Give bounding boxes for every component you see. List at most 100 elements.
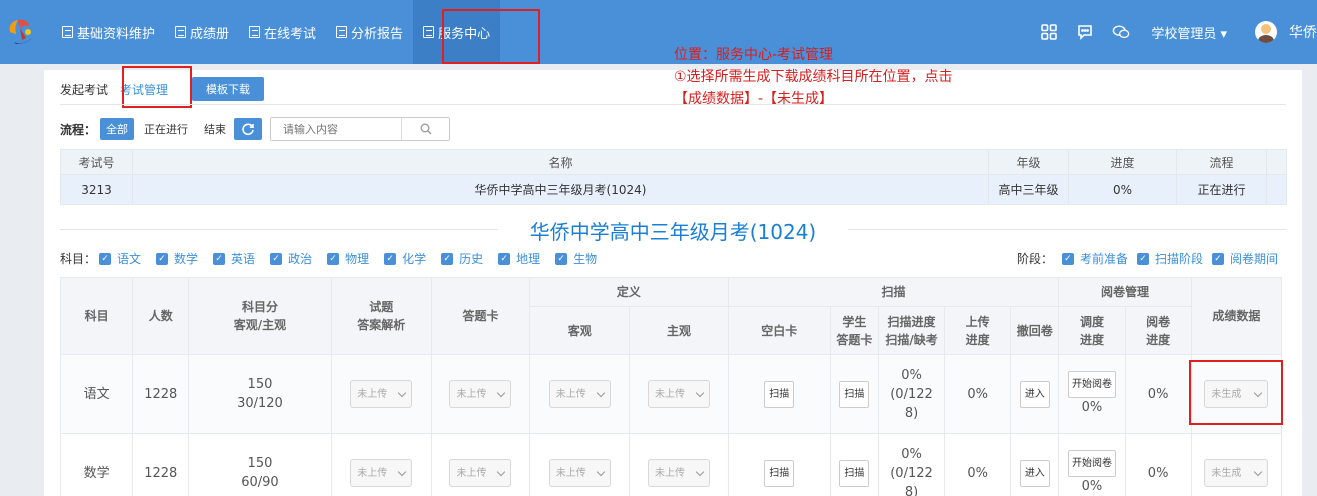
score-cell: 150 30/120 [188,354,332,434]
grade-data-select[interactable]: 未生成 [1204,459,1269,487]
answer-card-select[interactable]: 未上传 [449,459,512,487]
subject-checkbox[interactable]: ✓ 政治 [267,250,312,267]
col-header: 主观 [629,306,729,355]
student-scan-button[interactable]: 扫描 [839,380,870,408]
refresh-button[interactable] [234,118,263,140]
subject-name: 语文 [59,354,134,434]
exam-answer-select[interactable]: 未上传 [350,459,413,487]
stage-checkbox[interactable]: ✓ 考前准备 [1059,250,1128,267]
enter-button[interactable]: 进入 [1019,380,1050,408]
score-split: 60/90 [241,475,279,490]
cell: 扫描 [727,433,831,496]
tab-launch-exam[interactable]: 发起考试 [60,81,108,98]
nav-online-exam[interactable]: 在线考试 [239,0,326,64]
objective-select[interactable]: 未上传 [548,459,611,487]
blank-scan-button[interactable]: 扫描 [764,459,795,487]
subjective-select[interactable]: 未上传 [647,380,710,408]
header-line: 进度 [965,332,990,347]
header-line: 答案解析 [357,318,406,332]
doc-icon [175,26,187,38]
col-header: 年级 [988,149,1069,175]
chevron-down-icon [398,467,407,476]
grid-icon[interactable] [1040,23,1058,41]
logo-icon[interactable] [4,14,38,50]
subject-checkbox[interactable]: ✓ 数学 [153,250,198,267]
search-button[interactable] [401,118,449,140]
nav-service-center[interactable]: 服务中心 [413,0,501,64]
col-header: 考试号 [60,149,133,175]
nav-gradebook[interactable]: 成绩册 [165,0,239,64]
enter-button[interactable]: 进入 [1019,459,1050,487]
subject-checkbox[interactable]: ✓ 英语 [210,250,255,267]
header-line: 扫描进度 [887,314,936,329]
subject-checkbox[interactable]: ✓ 地理 [495,250,540,267]
subjective-select[interactable]: 未上传 [647,459,710,487]
checkbox-icon: ✓ [1136,252,1149,265]
subject-checkbox[interactable]: ✓ 历史 [438,250,483,267]
nav-analysis-report[interactable]: 分析报告 [326,0,413,64]
doc-icon [249,26,261,38]
role-dropdown[interactable]: 学校管理员 ▾ [1151,23,1227,42]
table-header-row: 考试号 名称 年级 进度 流程 [60,149,1287,175]
cell: 进入 [1010,354,1060,434]
objective-select[interactable]: 未上传 [548,380,611,408]
nav-basic-data[interactable]: 基础资料维护 [52,0,165,64]
checkbox-icon: ✓ [156,252,169,265]
header-line: 客观/主观 [233,318,287,332]
flow-running-option[interactable]: 正在进行 [144,121,188,137]
avatar[interactable] [1255,21,1277,43]
checkbox-label: 语文 [117,252,142,266]
stage-checkbox[interactable]: ✓ 阅卷期间 [1209,250,1278,267]
cell: 未上传 [529,433,631,496]
checkbox-icon: ✓ [441,252,454,265]
top-navbar: 基础资料维护 成绩册 在线考试 分析报告 服务中心 学校管理员 ▾ 华侨 [0,0,1317,64]
cell: 扫描 [829,433,879,496]
checkbox-label: 英语 [231,252,256,266]
header-line: 阅卷 [1146,314,1171,329]
header-line: 扫描/缺考 [885,332,938,347]
score-cell: 150 60/90 [188,433,332,496]
start-marking-button[interactable]: 开始阅卷 [1067,371,1116,398]
answer-card-select[interactable]: 未上传 [449,380,512,408]
table-row: 数学 1228 150 60/90 未上传 未上传 未上传 未上传 扫描 扫描 0… [59,433,1283,496]
subject-checkbox[interactable]: ✓ 语文 [96,250,141,267]
student-count: 1228 [132,354,190,434]
template-download-button[interactable]: 模板下载 [192,77,265,101]
cell: 扫描 [727,354,831,434]
checkbox-label: 化学 [402,252,427,266]
select-value: 未上传 [555,467,586,479]
subject-table: 科目 人数 科目分 客观/主观 试题 答案解析 答题卡 定义 扫描 阅卷管理 成绩数… [59,277,1283,496]
scan-progress: 0% (0/122 8) [877,433,946,496]
stage-checkbox[interactable]: ✓ 扫描阶段 [1134,250,1203,267]
start-marking-button[interactable]: 开始阅卷 [1067,450,1116,477]
stage-filter-label: 阶段： [1016,252,1053,266]
chevron-down-icon [1254,388,1263,397]
subject-checkbox[interactable]: ✓ 物理 [324,250,369,267]
search-input[interactable] [271,118,402,140]
refresh-icon [242,123,254,136]
exam-title: 华侨中学高中三年级月考(1024) [497,220,849,244]
student-scan-button[interactable]: 扫描 [839,459,870,487]
table-row[interactable]: 3213 华侨中学高中三年级月考(1024) 高中三年级 0% 正在进行 [60,174,1287,205]
exam-title-wrap: 华侨中学高中三年级月考(1024) [44,216,1302,245]
user-name[interactable]: 华侨 [1289,22,1317,42]
exam-answer-select[interactable]: 未上传 [350,380,413,408]
message-icon[interactable] [1076,23,1094,41]
col-header: 试题 答案解析 [330,277,432,355]
tab-exam-manage[interactable]: 考试管理 [120,81,168,98]
cell: 未上传 [330,433,432,496]
subject-checkbox[interactable]: ✓ 化学 [381,250,426,267]
wechat-icon[interactable] [1112,23,1130,41]
grade-data-select[interactable]: 未生成 [1204,380,1269,408]
exam-list-table: 考试号 名称 年级 进度 流程 3213 华侨中学高中三年级月考(1024) 高… [60,149,1287,205]
chevron-down-icon [695,388,705,397]
col-header: 科目分 客观/主观 [188,277,332,355]
blank-scan-button[interactable]: 扫描 [764,380,795,408]
doc-icon [336,26,348,38]
flow-all-button[interactable]: 全部 [100,118,135,140]
flow-ended-option[interactable]: 结束 [204,121,226,137]
select-value: 未上传 [555,388,586,400]
subject-checkbox[interactable]: ✓ 生物 [552,250,597,267]
checkbox-icon: ✓ [327,252,340,265]
cell: 未上传 [430,433,531,496]
